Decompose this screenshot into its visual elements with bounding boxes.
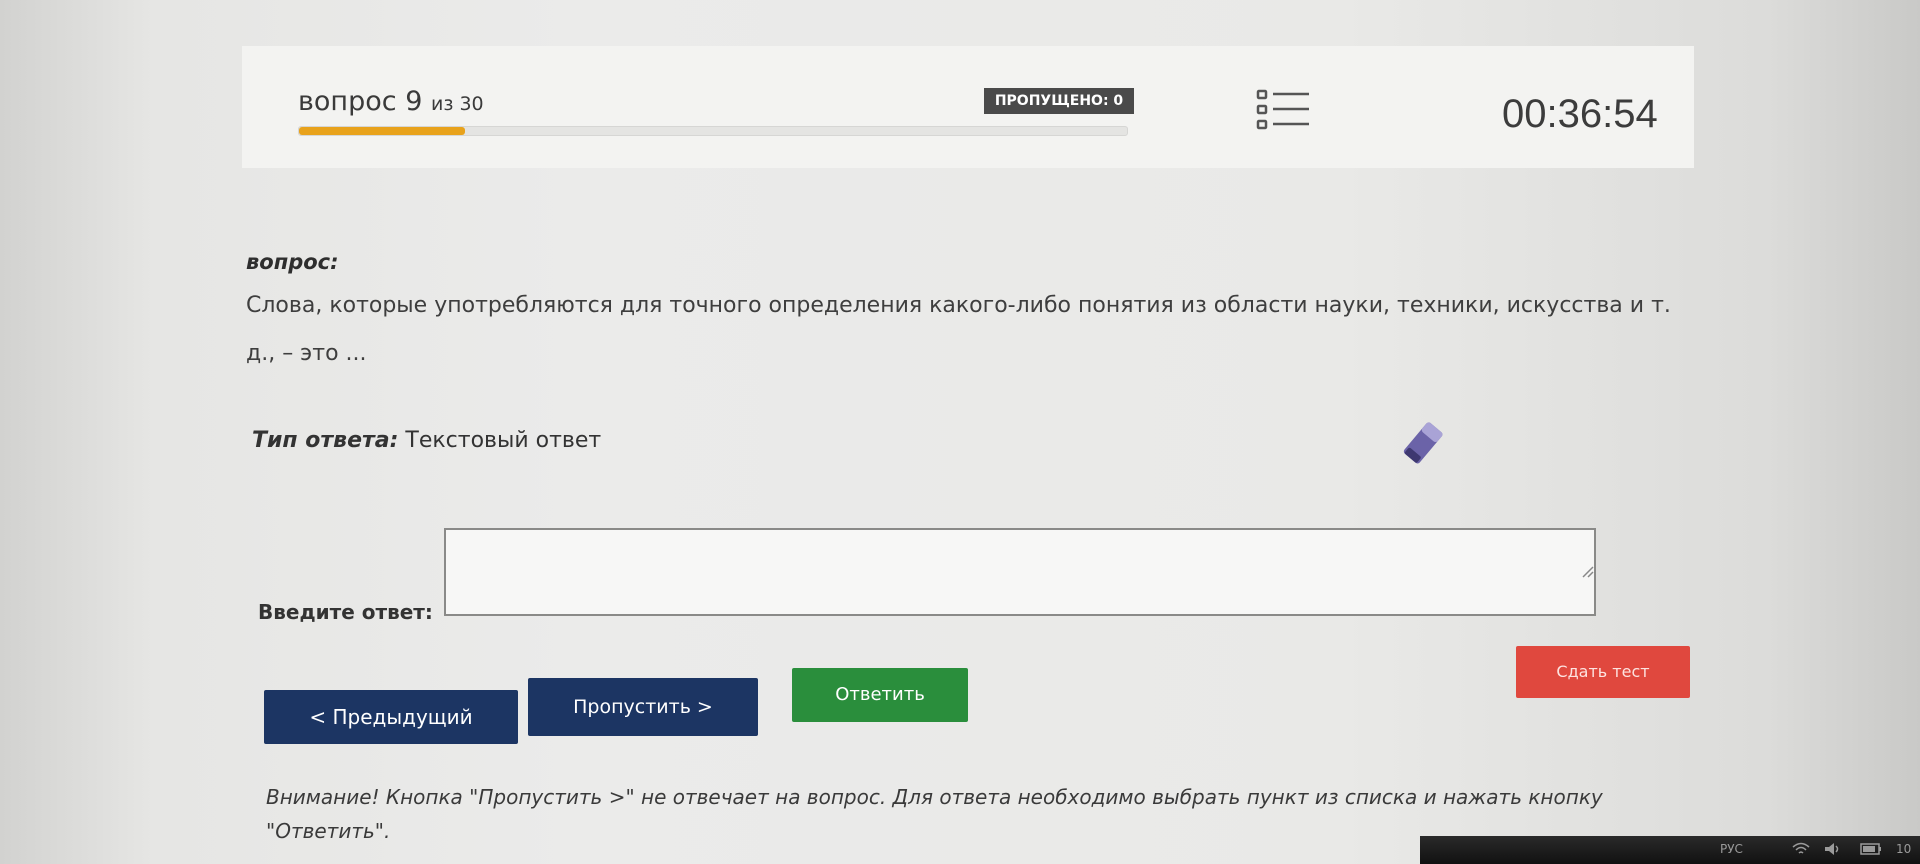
question-number: 9 xyxy=(405,86,423,117)
progress-fill xyxy=(299,127,465,135)
progress-bar xyxy=(298,126,1128,136)
question-text: Слова, которые употребляются для точного… xyxy=(246,293,1671,366)
answer-input[interactable] xyxy=(444,528,1596,616)
resize-grip-icon[interactable] xyxy=(1580,564,1594,578)
quiz-header: вопрос 9 из 30 ПРОПУЩЕНО: 0 00:36:54 xyxy=(242,46,1694,168)
taskbar-language[interactable]: РУС xyxy=(1720,842,1743,856)
answer-input-label: Введите ответ: xyxy=(258,600,433,624)
battery-icon[interactable] xyxy=(1860,843,1882,855)
skip-button[interactable]: Пропустить > xyxy=(528,678,758,736)
list-icon[interactable] xyxy=(1255,88,1311,132)
answer-type-value: Текстовый ответ xyxy=(405,428,602,453)
previous-button[interactable]: < Предыдущий xyxy=(264,690,518,744)
answer-button[interactable]: Ответить xyxy=(792,668,968,722)
volume-icon[interactable] xyxy=(1824,842,1842,856)
timer: 00:36:54 xyxy=(1502,92,1658,136)
skipped-badge: ПРОПУЩЕНО: 0 xyxy=(984,88,1134,114)
answer-type: Тип ответа: Текстовый ответ xyxy=(252,428,601,453)
taskbar: РУС 10 xyxy=(1420,836,1920,864)
submit-test-button[interactable]: Сдать тест xyxy=(1516,646,1690,698)
wifi-icon[interactable] xyxy=(1792,842,1810,856)
question-total: из 30 xyxy=(430,93,484,115)
taskbar-clock[interactable]: 10 xyxy=(1896,842,1911,856)
question-label: вопрос: xyxy=(246,250,339,274)
question-word: вопрос xyxy=(298,86,397,117)
question-counter: вопрос 9 из 30 xyxy=(298,86,484,117)
answer-type-label: Тип ответа: xyxy=(252,428,399,453)
eraser-icon xyxy=(1403,422,1443,464)
